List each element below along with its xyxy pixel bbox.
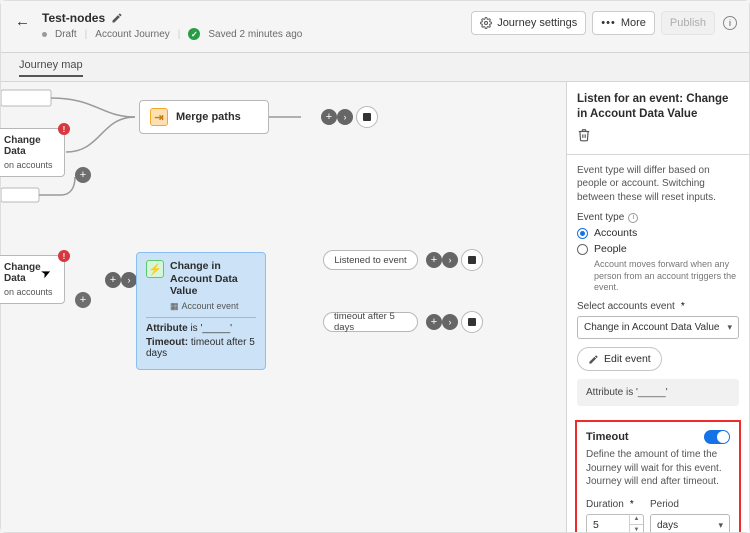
radio-people[interactable]: People — [577, 243, 739, 255]
saved-check-icon: ✓ — [188, 28, 200, 40]
chevron-down-icon: ▾ — [727, 322, 732, 333]
connector-node[interactable]: + — [105, 272, 121, 288]
duration-value: 5 — [587, 519, 629, 531]
add-node-button[interactable]: + — [75, 292, 91, 308]
timeout-toggle[interactable] — [704, 430, 730, 444]
info-icon[interactable]: i — [723, 16, 737, 30]
saved-text: Saved 2 minutes ago — [208, 29, 302, 40]
publish-label: Publish — [670, 17, 706, 29]
end-node[interactable] — [461, 311, 483, 333]
status-dot — [42, 32, 47, 37]
add-node-button[interactable]: + — [75, 167, 91, 183]
select-event-label: Select accounts event — [577, 301, 675, 312]
edit-event-button[interactable]: Edit event — [577, 347, 662, 371]
merge-icon: ⇥ — [150, 108, 168, 126]
node-subtitle: on accounts — [4, 287, 58, 297]
select-accounts-event[interactable]: Change in Account Data Value ▾ — [577, 316, 739, 339]
status-text: Draft — [55, 29, 77, 40]
page-title: Test-nodes — [42, 11, 105, 25]
event-type-help: Event type will differ based on people o… — [577, 164, 739, 205]
journey-canvas[interactable]: ! Change Data on accounts + ! Change Dat… — [1, 81, 566, 532]
attribute-summary: Attribute is '_____' — [577, 379, 739, 406]
journey-settings-button[interactable]: Journey settings — [471, 11, 586, 35]
end-node[interactable] — [461, 249, 483, 271]
ellipsis-icon: ••• — [601, 17, 616, 29]
duration-label: Duration — [586, 499, 624, 510]
period-value: days — [657, 520, 678, 531]
info-icon[interactable]: i — [628, 213, 638, 223]
event-subtype: Account event — [182, 301, 239, 311]
people-help: Account moves forward when any person fr… — [594, 259, 739, 293]
error-badge: ! — [58, 250, 70, 262]
chevron-down-icon: ▾ — [718, 520, 723, 531]
period-label: Period — [650, 499, 679, 510]
attr-value: is '_____' — [190, 323, 232, 334]
delete-node-icon[interactable] — [577, 128, 591, 142]
split-connector[interactable]: › — [442, 314, 458, 330]
path-listened-to-event[interactable]: Listened to event — [323, 250, 418, 270]
add-node-button[interactable]: + — [426, 252, 442, 268]
edit-event-label: Edit event — [604, 353, 651, 365]
node-subtitle: on accounts — [4, 160, 58, 170]
split-connector[interactable]: › — [337, 109, 353, 125]
select-accounts-event-value: Change in Account Data Value — [584, 322, 719, 333]
timeout-title: Timeout — [586, 431, 629, 443]
add-node-button[interactable]: + — [426, 314, 442, 330]
attr-label: Attribute — [146, 323, 188, 334]
edit-title-icon[interactable] — [111, 12, 123, 24]
more-label: More — [621, 17, 646, 29]
end-node[interactable] — [356, 106, 378, 128]
duration-input[interactable]: 5 ▲▼ — [586, 514, 644, 532]
split-connector[interactable]: › — [121, 272, 137, 288]
node-merge-paths[interactable]: ⇥ Merge paths — [139, 100, 269, 134]
timeout-section: Timeout Define the amount of time the Jo… — [575, 420, 741, 532]
timeout-label: Timeout: — [146, 337, 188, 348]
step-down[interactable]: ▼ — [630, 525, 643, 532]
details-panel: Listen for an event: Change in Account D… — [566, 81, 749, 532]
panel-title: Listen for an event: Change in Account D… — [577, 92, 739, 122]
period-select[interactable]: days ▾ — [650, 514, 730, 532]
add-node-button[interactable]: + — [321, 109, 337, 125]
journey-settings-label: Journey settings — [497, 17, 577, 29]
radio-accounts-label: Accounts — [594, 227, 637, 239]
node-title: Change Data — [4, 262, 58, 284]
breadcrumb-journey-map[interactable]: Journey map — [19, 59, 83, 77]
more-button[interactable]: ••• More — [592, 11, 655, 35]
node-change-data-a[interactable]: ! Change Data on accounts — [0, 128, 65, 177]
path-timeout[interactable]: timeout after 5 days — [323, 312, 418, 332]
step-up[interactable]: ▲ — [630, 514, 643, 525]
account-event-icon: ▦ — [170, 301, 179, 312]
split-connector[interactable]: › — [442, 252, 458, 268]
event-type-label: Event type — [577, 212, 624, 223]
merge-label: Merge paths — [176, 111, 241, 123]
node-change-data-b[interactable]: ! Change Data on accounts — [0, 255, 65, 304]
timeout-help: Define the amount of time the Journey wi… — [586, 448, 730, 489]
gear-icon — [480, 17, 492, 29]
publish-button[interactable]: Publish — [661, 11, 715, 35]
radio-people-label: People — [594, 243, 627, 255]
error-badge: ! — [58, 123, 70, 135]
event-node-title: Change in Account Data Value — [170, 260, 256, 298]
journey-type: Account Journey — [95, 29, 170, 40]
bolt-icon: ⚡ — [146, 260, 164, 278]
node-listen-event[interactable]: ⚡ Change in Account Data Value ▦ Account… — [136, 252, 266, 370]
back-button[interactable]: ← — [15, 11, 30, 30]
radio-accounts[interactable]: Accounts — [577, 227, 739, 239]
pencil-icon — [588, 354, 599, 365]
node-title: Change Data — [4, 135, 58, 157]
